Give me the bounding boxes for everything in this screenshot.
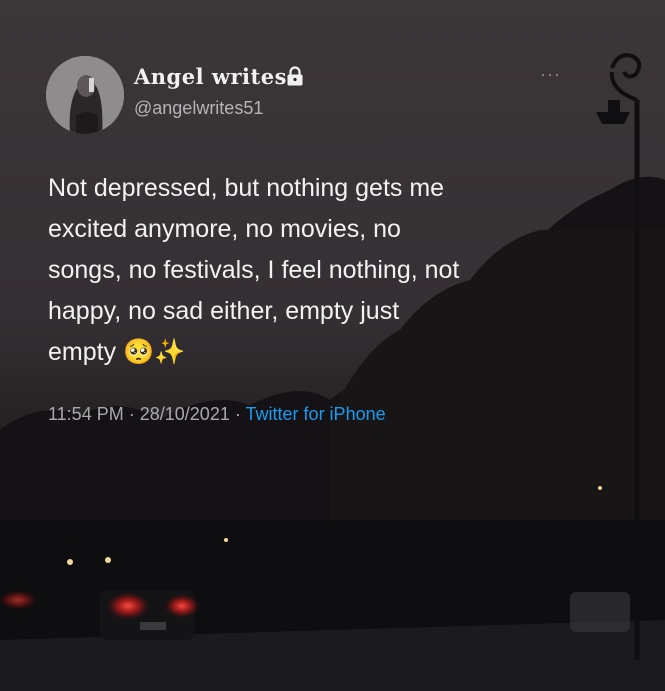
username-handle[interactable]: @angelwrites51 [134,98,263,119]
meta-separator: · [128,404,135,424]
avatar[interactable] [46,56,124,134]
tweet-date[interactable]: 28/10/2021 [140,404,230,424]
lock-icon [287,66,303,86]
pleading-face-emoji: 🥺 [123,338,155,366]
tweet-text: Not depressed, but nothing gets me excit… [48,168,588,373]
sparkles-emoji: ✨ [154,338,186,366]
tweet-card: Angel writes @angelwrites51 ··· Not depr… [0,0,665,691]
tweet-meta: 11:54 PM · 28/10/2021 · Twitter for iPho… [48,404,386,425]
display-name[interactable]: Angel writes [134,64,287,89]
profile-photo [46,56,124,134]
more-options-icon[interactable]: ··· [540,64,561,85]
tweet-time[interactable]: 11:54 PM [48,404,124,424]
meta-separator: · [234,404,241,424]
tweet-body: Not depressed, but nothing gets me excit… [48,174,460,366]
tweet-source-link[interactable]: Twitter for iPhone [246,404,386,424]
